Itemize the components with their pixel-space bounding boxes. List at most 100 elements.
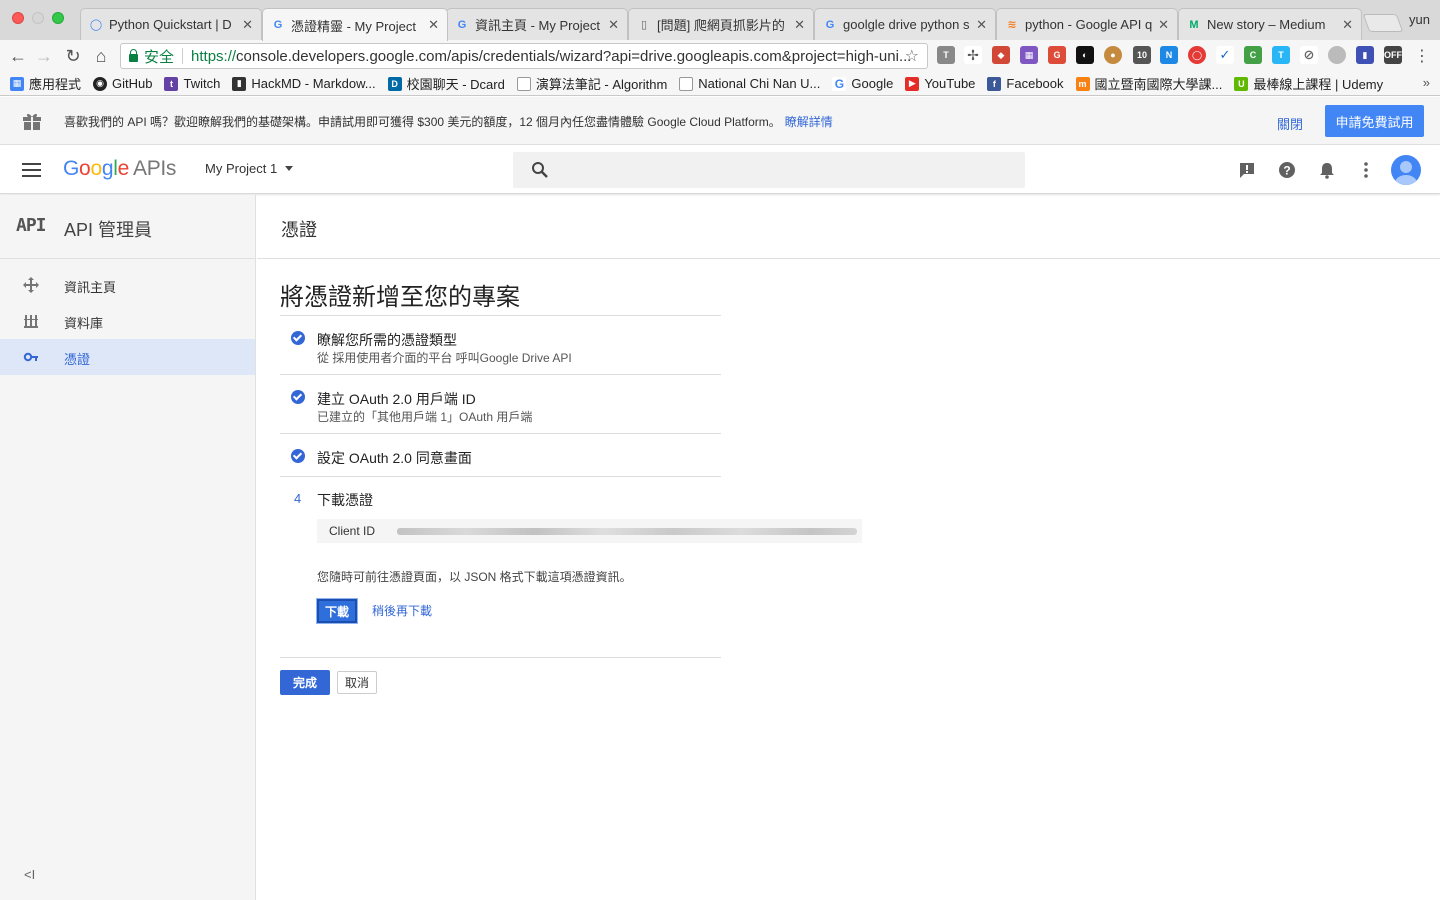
account-avatar[interactable] — [1391, 155, 1421, 185]
page-title: 憑證 — [281, 220, 317, 240]
browser-tab[interactable]: G goolgle drive python s ✕ — [814, 8, 996, 40]
credentials-wizard: 瞭解您所需的憑證類型 從 採用使用者介面的平台 呼叫Google Drive A… — [280, 315, 862, 656]
bookmark-item[interactable]: f Facebook — [987, 76, 1064, 91]
extension-icon[interactable] — [1328, 46, 1346, 64]
browser-tab[interactable]: ≋ python - Google API q ✕ — [996, 8, 1178, 40]
notifications-bell-icon[interactable] — [1317, 160, 1337, 180]
hamburger-menu-icon[interactable] — [22, 163, 41, 177]
new-tab-button[interactable] — [1362, 14, 1404, 32]
learn-more-link[interactable]: 瞭解詳情 — [785, 115, 833, 129]
sidebar: API API 管理員 資訊主頁 資料庫 憑證 <I — [0, 195, 256, 900]
maximize-window-button[interactable] — [52, 12, 64, 24]
bookmark-star-icon[interactable]: ☆ — [905, 46, 919, 66]
extension-icon[interactable]: ● — [1104, 46, 1122, 64]
apps-icon: ▦ — [10, 76, 24, 91]
cancel-button[interactable]: 取消 — [337, 671, 377, 694]
close-icon[interactable]: ✕ — [1158, 17, 1169, 33]
sidebar-item-dashboard[interactable]: 資訊主頁 — [0, 267, 255, 303]
browser-menu-icon[interactable]: ⋮ — [1414, 46, 1430, 66]
close-icon[interactable]: ✕ — [794, 17, 805, 33]
bookmark-item[interactable]: ▶ YouTube — [905, 76, 975, 91]
close-icon[interactable]: ✕ — [976, 17, 987, 33]
project-selector[interactable]: My Project 1 — [205, 161, 294, 176]
google-favicon-icon: G — [457, 18, 467, 31]
wizard-title: 將憑證新增至您的專案 — [280, 284, 520, 311]
sidebar-item-library[interactable]: 資料庫 — [0, 303, 255, 339]
bookmark-item[interactable]: G Google — [832, 76, 893, 91]
free-trial-button[interactable]: 申請免費試用 — [1325, 105, 1424, 137]
back-arrow-icon[interactable]: ← — [6, 44, 30, 68]
chevron-right-icon[interactable]: » — [1423, 75, 1430, 90]
check-circle-icon — [291, 331, 305, 345]
bookmark-item[interactable]: ◉ GitHub — [93, 76, 152, 91]
extension-icon[interactable]: N — [1160, 46, 1178, 64]
extension-icon[interactable]: T — [1272, 46, 1290, 64]
browser-tab[interactable]: M New story – Medium ✕ — [1178, 8, 1362, 40]
extension-icon[interactable]: ▦ — [1020, 46, 1038, 64]
extension-icon[interactable]: ▮ — [1356, 46, 1374, 64]
reload-icon[interactable]: ↻ — [61, 44, 85, 68]
check-circle-icon — [291, 449, 305, 463]
extension-icon[interactable]: C — [1244, 46, 1262, 64]
client-id-value-redacted — [397, 527, 857, 535]
main-content: 憑證 將憑證新增至您的專案 瞭解您所需的憑證類型 從 採用使用者介面的平台 呼叫… — [257, 195, 1440, 900]
bookmark-item[interactable]: ▦ 應用程式 — [10, 74, 81, 93]
secure-indicator[interactable]: 安全 — [121, 46, 174, 67]
extension-icon[interactable]: 10 — [1133, 46, 1151, 64]
wizard-step-2[interactable]: 建立 OAuth 2.0 用戶端 ID 已建立的「其他用戶端 1」OAuth 用… — [280, 374, 721, 433]
wizard-step-1[interactable]: 瞭解您所需的憑證類型 從 採用使用者介面的平台 呼叫Google Drive A… — [280, 315, 721, 374]
bookmark-item[interactable]: ▮ HackMD - Markdow... — [232, 76, 376, 91]
search-input[interactable] — [513, 152, 1025, 188]
dismiss-promo-button[interactable]: 關閉 — [1277, 114, 1303, 133]
close-window-button[interactable] — [12, 12, 24, 24]
browser-tab[interactable]: ◯ Python Quickstart | D ✕ — [80, 8, 262, 40]
extension-icon[interactable]: ◐ — [1076, 46, 1094, 64]
trial-promo-banner: 喜歡我們的 API 嗎？歡迎瞭解我們的基礎架構。申請試用即可獲得 $300 美元… — [0, 97, 1440, 145]
bookmark-item[interactable]: U 最棒線上課程 | Udemy — [1234, 74, 1383, 93]
extension-icon[interactable]: ⊘ — [1300, 46, 1318, 64]
extension-icon[interactable]: ✢ — [964, 46, 982, 64]
extension-icon[interactable]: OFF — [1384, 46, 1402, 64]
extension-icon[interactable]: ◯ — [1188, 46, 1206, 64]
wizard-divider — [280, 657, 721, 658]
svg-text:?: ? — [1283, 164, 1290, 178]
address-bar[interactable]: 安全 https://console.developers.google.com… — [120, 43, 928, 69]
bookmark-item[interactable]: 演算法筆記 - Algorithm — [516, 74, 667, 93]
search-icon — [532, 162, 548, 178]
forward-arrow-icon[interactable]: → — [32, 44, 56, 68]
minimize-window-button[interactable] — [32, 12, 44, 24]
home-icon[interactable]: ⌂ — [89, 44, 113, 68]
close-icon[interactable]: ✕ — [242, 17, 253, 33]
api-logo-icon: API — [16, 215, 46, 236]
bookmark-item[interactable]: D 校園聊天 - Dcard — [387, 74, 505, 93]
url-scheme: https:// — [191, 47, 237, 65]
feedback-icon[interactable] — [1237, 160, 1257, 180]
sidebar-item-credentials[interactable]: 憑證 — [0, 339, 255, 375]
done-button[interactable]: 完成 — [280, 670, 330, 695]
close-icon[interactable]: ✕ — [428, 17, 439, 33]
collapse-sidebar-button[interactable]: <I — [24, 867, 35, 882]
browser-user-name[interactable]: yun — [1409, 12, 1430, 27]
lock-icon — [129, 49, 138, 62]
download-button[interactable]: 下載 — [316, 598, 358, 624]
bookmark-item[interactable]: m 國立暨南國際大學課... — [1075, 74, 1222, 93]
more-vert-icon[interactable] — [1356, 160, 1376, 180]
browser-tab[interactable]: G 資訊主頁 - My Project ✕ — [446, 8, 628, 40]
close-icon[interactable]: ✕ — [608, 17, 619, 33]
google-apis-logo[interactable]: Google APIs — [63, 157, 176, 181]
wizard-step-3[interactable]: 設定 OAuth 2.0 同意畫面 — [280, 433, 721, 476]
help-icon[interactable]: ? — [1277, 160, 1297, 180]
browser-tab[interactable]: ▯ [問題] 爬網頁抓影片的 ✕ — [628, 8, 814, 40]
extension-icon[interactable]: ✓ — [1216, 46, 1234, 64]
browser-tab-active[interactable]: G 憑證精靈 - My Project ✕ — [262, 8, 448, 41]
close-icon[interactable]: ✕ — [1342, 17, 1353, 33]
extension-icon[interactable]: G — [1048, 46, 1066, 64]
extension-icon[interactable]: T — [937, 46, 955, 64]
bookmark-item[interactable]: t Twitch — [164, 76, 220, 91]
bookmark-item[interactable]: National Chi Nan U... — [679, 76, 820, 91]
page-icon — [679, 76, 694, 91]
medium-favicon-icon: M — [1189, 18, 1199, 31]
google-favicon-icon: G — [825, 18, 835, 31]
download-later-link[interactable]: 稍後再下載 — [372, 602, 432, 619]
extension-icon[interactable]: ◆ — [992, 46, 1010, 64]
